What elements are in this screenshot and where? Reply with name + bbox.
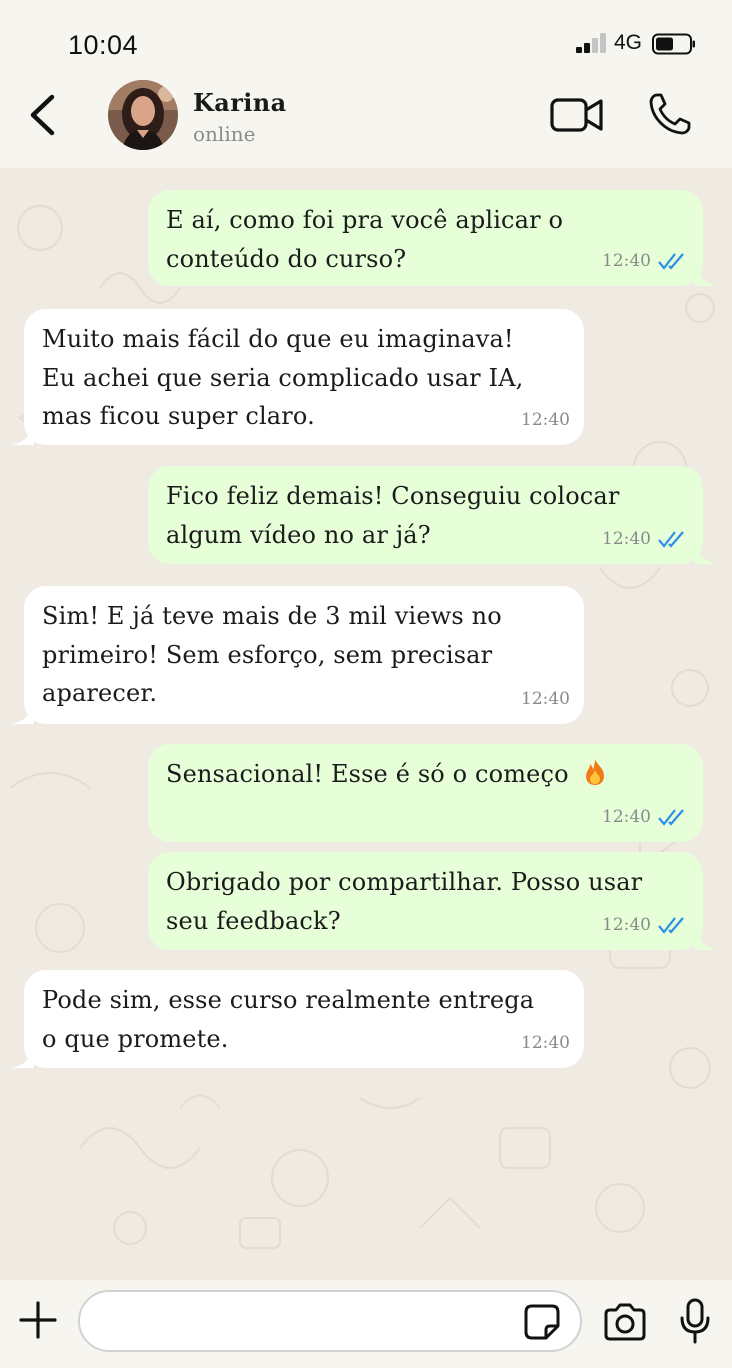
back-button[interactable] <box>26 92 62 138</box>
bubble-tail <box>695 930 719 950</box>
chat-messages[interactable]: E aí, como foi pra você aplicar o conteú… <box>0 168 732 1280</box>
message-text-line: Sensacional! Esse é só o começo <box>166 755 683 794</box>
contact-photo <box>108 80 178 150</box>
message-outgoing[interactable]: Sensacional! Esse é só o começo 12:40 <box>148 744 703 842</box>
microphone-button[interactable] <box>678 1298 712 1344</box>
message-input[interactable] <box>78 1290 582 1352</box>
bubble-tail <box>10 704 34 724</box>
bubble-tail <box>695 544 719 564</box>
message-text: Pode sim, esse curso realmente entrega <box>42 986 535 1014</box>
contact-status: online <box>193 122 256 146</box>
message-composer <box>0 1280 732 1368</box>
message-time: 12:40 <box>521 688 570 709</box>
bubble-tail <box>10 1048 34 1068</box>
message-text: Sim! E já teve mais de 3 mil views no <box>42 602 502 630</box>
message-time: 12:40 <box>521 409 570 430</box>
read-ticks-icon <box>658 809 684 826</box>
message-text: primeiro! Sem esforço, sem precisar <box>42 640 493 669</box>
sticker-button[interactable] <box>522 1302 562 1342</box>
message-text: Muito mais fácil do que eu imaginava! <box>42 325 514 353</box>
attach-button[interactable] <box>18 1300 58 1340</box>
message-text: Sensacional! Esse é só o começo <box>166 760 569 788</box>
message-text: mas ficou super claro. <box>42 402 315 430</box>
read-ticks-icon <box>658 253 684 270</box>
network-type: 4G <box>614 31 643 54</box>
message-text: Fico feliz demais! Conseguiu colocar <box>166 482 620 510</box>
status-time: 10:04 <box>68 30 139 60</box>
message-time: 12:40 <box>602 806 651 827</box>
battery-icon <box>652 33 695 55</box>
message-time: 12:40 <box>521 1032 570 1053</box>
message-time: 12:40 <box>602 250 651 271</box>
message-outgoing[interactable]: Fico feliz demais! Conseguiu colocar alg… <box>148 466 719 564</box>
message-text: o que promete. <box>42 1024 229 1053</box>
message-text: Eu achei que seria complicado usar IA, <box>42 363 524 392</box>
chat-header: Karina online <box>0 80 732 168</box>
message-time: 12:40 <box>602 528 651 549</box>
message-outgoing[interactable]: E aí, como foi pra você aplicar o conteú… <box>148 190 719 286</box>
message-text: Obrigado por compartilhar. Posso usar <box>166 868 643 896</box>
message-incoming[interactable]: Sim! E já teve mais de 3 mil views no pr… <box>10 586 584 724</box>
read-ticks-icon <box>658 531 684 548</box>
status-bar: 10:04 4G <box>0 0 732 80</box>
message-incoming[interactable]: Pode sim, esse curso realmente entrega o… <box>10 970 584 1068</box>
bubble-tail <box>695 266 719 286</box>
message-text: aparecer. <box>42 679 158 707</box>
fire-emoji-icon <box>586 759 605 785</box>
read-ticks-icon <box>658 917 684 934</box>
message-text: E aí, como foi pra você aplicar o <box>166 206 564 234</box>
voice-call-button[interactable] <box>648 92 692 136</box>
message-outgoing[interactable]: Obrigado por compartilhar. Posso usar se… <box>148 852 719 950</box>
message-time: 12:40 <box>602 914 651 935</box>
message-incoming[interactable]: Muito mais fácil do que eu imaginava! Eu… <box>10 309 584 445</box>
camera-button[interactable] <box>602 1302 648 1342</box>
contact-name[interactable]: Karina <box>193 88 287 117</box>
bubble-tail <box>10 425 34 445</box>
signal-strength-icon <box>576 33 610 53</box>
video-call-button[interactable] <box>550 96 604 134</box>
avatar[interactable] <box>108 80 178 150</box>
